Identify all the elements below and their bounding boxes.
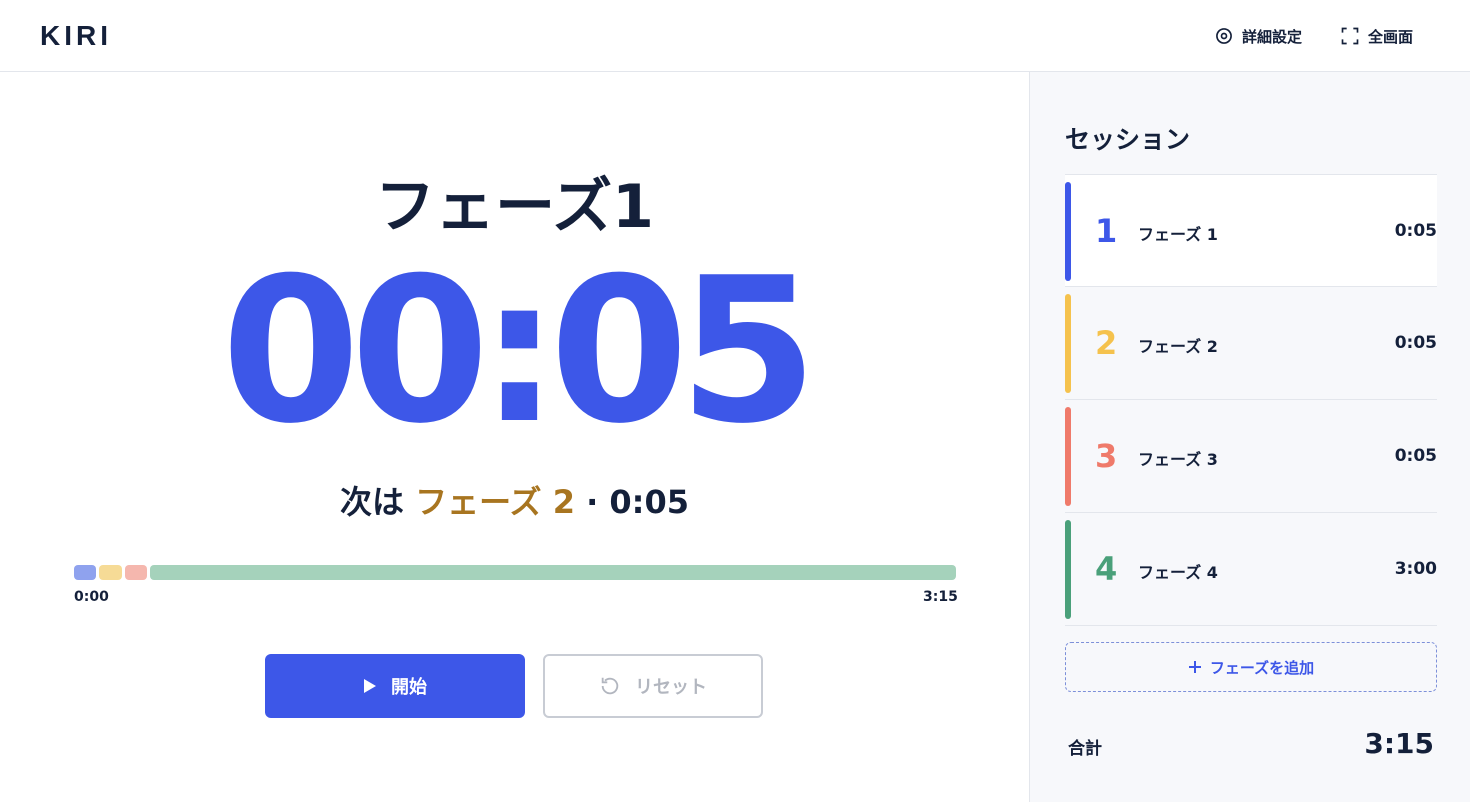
play-icon: [364, 679, 376, 693]
phase-name: フェーズ 2: [1138, 337, 1218, 356]
phase-color-bar: [1065, 407, 1071, 506]
next-phase-name: フェーズ 2: [415, 483, 575, 521]
gear-icon: [1216, 28, 1232, 44]
fullscreen-icon: [1341, 27, 1359, 45]
settings-button[interactable]: 詳細設定: [1214, 24, 1302, 48]
fullscreen-label: 全画面: [1368, 27, 1414, 46]
phase-duration: 3:00: [1394, 559, 1437, 579]
timer-panel: フェーズ1 00:05 次は フェーズ 2 · 0:05 0:00 3:15 開…: [0, 72, 1029, 802]
phase-number: 4: [1095, 550, 1118, 588]
timer-display: 00:05: [221, 235, 818, 468]
next-separator: ·: [586, 483, 599, 521]
reset-button[interactable]: リセット: [543, 654, 763, 718]
settings-label: 詳細設定: [1242, 27, 1303, 46]
start-label: 開始: [391, 677, 427, 698]
progress-segment: [99, 565, 122, 580]
fullscreen-button[interactable]: 全画面: [1340, 24, 1413, 48]
reset-icon: [601, 677, 619, 695]
phase-row[interactable]: 4 フェーズ 4 3:00: [1065, 513, 1437, 626]
progress-segment: [124, 565, 148, 580]
next-phase-time: 0:05: [609, 483, 689, 521]
session-title: セッション: [1065, 125, 1191, 154]
progress-start-label: 0:00: [74, 589, 109, 605]
phase-number: 2: [1095, 324, 1118, 362]
plus-icon: [1188, 661, 1201, 673]
phase-row[interactable]: 1 フェーズ 1 0:05: [1065, 174, 1437, 287]
next-phase-info: 次は フェーズ 2 · 0:05: [0, 480, 1029, 524]
progress-end-label: 3:15: [923, 589, 958, 605]
phase-name: フェーズ 1: [1138, 225, 1218, 244]
app-logo: KIRI: [40, 20, 112, 51]
progress-segment: [74, 565, 97, 580]
current-phase-title: フェーズ1: [375, 172, 654, 242]
phase-row[interactable]: 3 フェーズ 3 0:05: [1065, 400, 1437, 513]
next-prefix: 次は: [340, 483, 405, 521]
add-phase-button[interactable]: フェーズを追加: [1065, 642, 1437, 692]
reset-label: リセット: [635, 677, 707, 698]
phase-number: 3: [1095, 437, 1118, 475]
phase-duration: 0:05: [1394, 221, 1437, 241]
session-progress-bar: [74, 565, 957, 580]
session-sidebar: セッション 1 フェーズ 1 0:05 2 フェーズ 2 0:05 3 フェーズ 3 0:05 4…: [1029, 72, 1470, 802]
phase-duration: 0:05: [1394, 333, 1437, 353]
app-header: KIRI 詳細設定 全画面: [0, 0, 1470, 72]
start-button[interactable]: 開始: [265, 654, 525, 718]
phase-number: 1: [1095, 212, 1118, 250]
phase-color-bar: [1065, 294, 1071, 393]
phase-name: フェーズ 4: [1138, 563, 1218, 582]
phase-row[interactable]: 2 フェーズ 2 0:05: [1065, 287, 1437, 400]
phase-list: 1 フェーズ 1 0:05 2 フェーズ 2 0:05 3 フェーズ 3 0:05 4 フェーズ 4…: [1065, 174, 1437, 626]
phase-name: フェーズ 3: [1138, 450, 1218, 469]
add-phase-label: フェーズを追加: [1209, 658, 1315, 677]
progress-segment: [150, 565, 957, 580]
phase-color-bar: [1065, 182, 1071, 281]
phase-duration: 0:05: [1394, 446, 1437, 466]
total-value: 3:15: [1364, 727, 1434, 760]
phase-color-bar: [1065, 520, 1071, 619]
total-label: 合計: [1068, 739, 1102, 759]
